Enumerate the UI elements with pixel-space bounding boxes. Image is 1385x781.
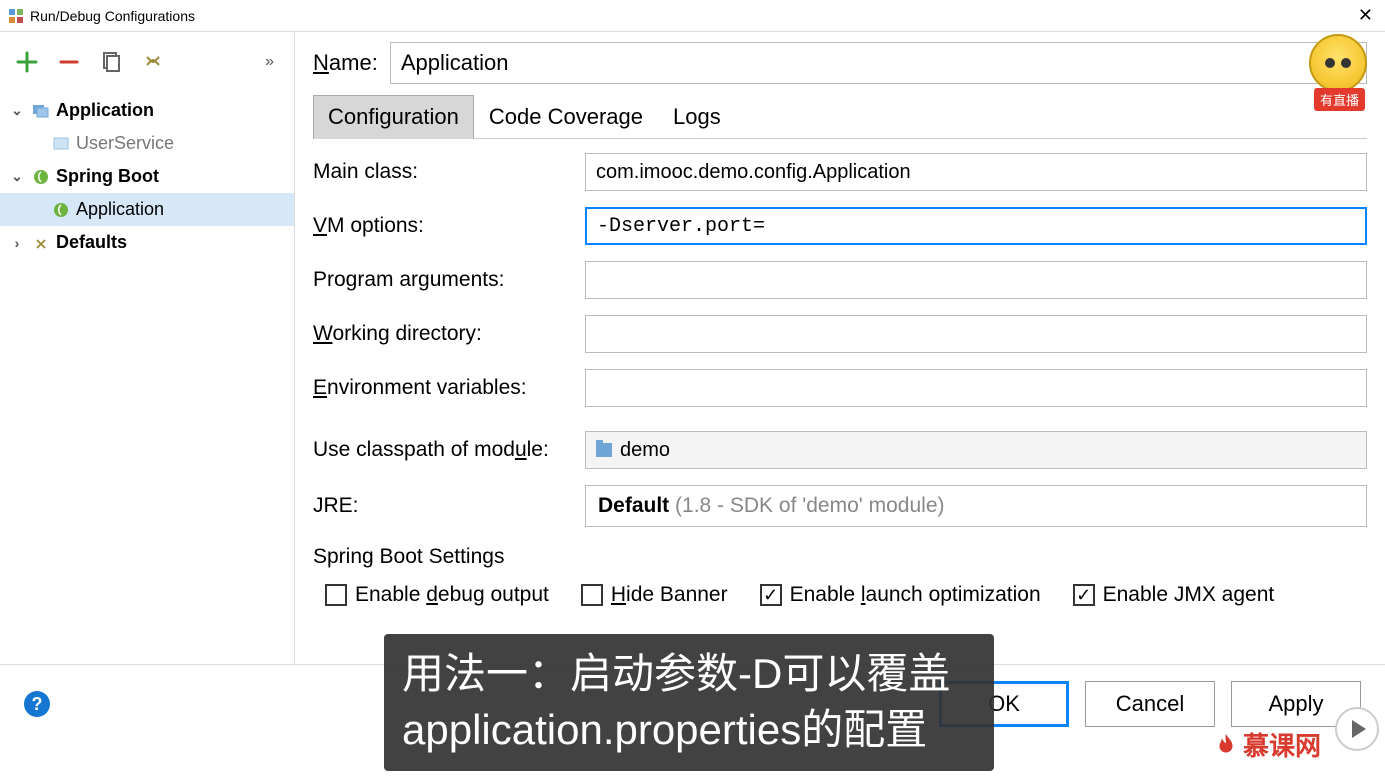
copy-icon[interactable] xyxy=(100,51,122,73)
settings-icon[interactable] xyxy=(142,51,164,73)
tab-configuration[interactable]: Configuration xyxy=(313,95,474,139)
minion-eyes-icon xyxy=(1325,58,1351,68)
tab-logs[interactable]: Logs xyxy=(658,94,736,138)
tab-code-coverage[interactable]: Code Coverage xyxy=(474,94,658,138)
checkbox-icon[interactable] xyxy=(760,584,782,606)
remove-icon[interactable] xyxy=(58,51,80,73)
collapse-icon[interactable]: » xyxy=(265,53,274,71)
jre-label: JRE: xyxy=(313,494,573,518)
chevron-down-icon: ⌄ xyxy=(8,168,26,185)
flame-icon xyxy=(1213,732,1239,758)
name-input[interactable] xyxy=(390,42,1367,84)
working-dir-input[interactable] xyxy=(585,315,1367,353)
classpath-label: Use classpath of module: xyxy=(313,438,573,462)
play-next-button[interactable] xyxy=(1335,707,1379,751)
tree-node-spring-application[interactable]: Application xyxy=(0,193,294,226)
chevron-right-icon: › xyxy=(8,235,26,251)
avatar[interactable] xyxy=(1309,34,1367,92)
tree-node-userservice[interactable]: UserService xyxy=(0,127,294,160)
checkbox-icon[interactable] xyxy=(581,584,603,606)
titlebar: Run/Debug Configurations ✕ xyxy=(0,0,1385,32)
checkbox-enable-debug[interactable]: Enable debug output xyxy=(325,583,549,607)
left-panel: » ⌄ Application UserService ⌄ xyxy=(0,32,295,672)
config-toolbar: » xyxy=(0,32,294,92)
env-vars-label: Environment variables: xyxy=(313,376,573,400)
config-tree: ⌄ Application UserService ⌄ Spring Boot xyxy=(0,92,294,672)
working-dir-label: Working directory: xyxy=(313,322,573,346)
tree-label: Application xyxy=(76,199,164,220)
folder-icon xyxy=(596,443,612,457)
live-badge: 有直播 xyxy=(1314,88,1365,111)
checkbox-icon[interactable] xyxy=(325,584,347,606)
application-group-icon xyxy=(32,102,50,120)
app-icon xyxy=(8,8,24,24)
classpath-value: demo xyxy=(620,439,670,462)
close-icon[interactable]: ✕ xyxy=(1354,5,1377,26)
checkbox-icon[interactable] xyxy=(1073,584,1095,606)
tree-node-defaults[interactable]: › Defaults xyxy=(0,226,294,259)
spring-section-label: Spring Boot Settings xyxy=(313,545,1367,569)
tree-node-application-group[interactable]: ⌄ Application xyxy=(0,94,294,127)
window-title: Run/Debug Configurations xyxy=(30,8,195,24)
vm-options-input[interactable] xyxy=(585,207,1367,245)
jre-value: Default (1.8 - SDK of 'demo' module) xyxy=(598,494,945,518)
brand-logo: 慕课网 xyxy=(1213,726,1321,763)
cancel-button[interactable]: Cancel xyxy=(1085,681,1215,727)
spring-boot-icon xyxy=(32,168,50,186)
vm-options-label: VM options: xyxy=(313,214,573,238)
checkbox-launch-opt[interactable]: Enable launch optimization xyxy=(760,583,1041,607)
tree-label: Application xyxy=(56,100,154,121)
defaults-icon xyxy=(32,234,50,252)
main-class-label: Main class: xyxy=(313,160,573,184)
application-icon xyxy=(52,135,70,153)
program-args-input[interactable] xyxy=(585,261,1367,299)
name-label: Name: xyxy=(313,50,378,76)
tree-node-spring-boot-group[interactable]: ⌄ Spring Boot xyxy=(0,160,294,193)
spring-checkbox-row: Enable debug output Hide Banner Enable l… xyxy=(313,583,1367,607)
jre-select[interactable]: Default (1.8 - SDK of 'demo' module) xyxy=(585,485,1367,527)
chevron-down-icon: ⌄ xyxy=(8,102,26,119)
video-subtitle: 用法一：启动参数-D可以覆盖application.properties的配置 xyxy=(384,634,994,771)
program-args-label: Program arguments: xyxy=(313,268,573,292)
add-icon[interactable] xyxy=(16,51,38,73)
checkbox-hide-banner[interactable]: Hide Banner xyxy=(581,583,728,607)
tabs-row: Configuration Code Coverage Logs xyxy=(313,94,1367,139)
tree-label: Defaults xyxy=(56,232,127,253)
right-panel: Name: Configuration Code Coverage Logs M… xyxy=(295,32,1385,672)
help-icon[interactable]: ? xyxy=(24,691,50,717)
env-vars-input[interactable] xyxy=(585,369,1367,407)
classpath-select[interactable]: demo xyxy=(585,431,1367,469)
checkbox-jmx-agent[interactable]: Enable JMX agent xyxy=(1073,583,1275,607)
tree-label: Spring Boot xyxy=(56,166,159,187)
tree-label: UserService xyxy=(76,133,174,154)
main-class-input[interactable] xyxy=(585,153,1367,191)
spring-boot-icon xyxy=(52,201,70,219)
